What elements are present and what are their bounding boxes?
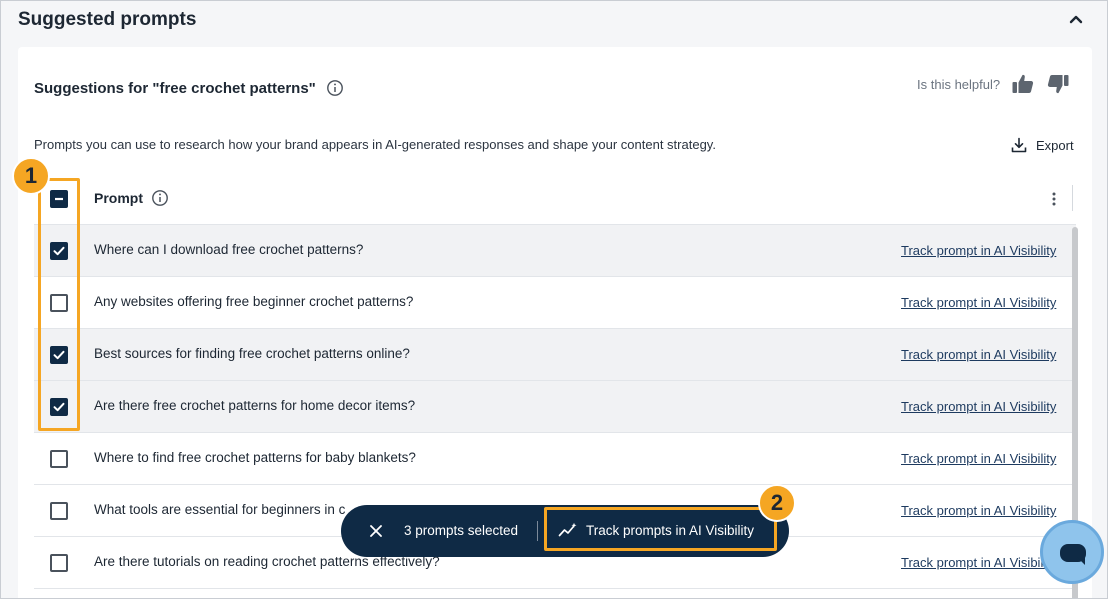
step-badge-2: 2 <box>758 484 796 522</box>
card-title-row: Suggestions for "free crochet patterns" <box>34 77 344 99</box>
row-checkbox[interactable] <box>50 450 68 468</box>
chevron-up-icon[interactable] <box>1065 9 1087 31</box>
info-icon[interactable] <box>326 79 344 97</box>
export-button[interactable]: Export <box>1011 137 1074 153</box>
track-prompts-button[interactable]: Track prompts in AI Visibility <box>544 507 777 551</box>
close-icon[interactable] <box>367 522 385 540</box>
info-icon[interactable] <box>151 189 169 207</box>
prompt-text: What tools are essential for beginners i… <box>94 502 346 517</box>
page-frame: Suggested prompts Suggestions for "free … <box>0 0 1108 599</box>
track-prompt-link[interactable]: Track prompt in AI Visibility <box>901 243 1056 258</box>
column-divider <box>1072 185 1073 211</box>
step-badge-1: 1 <box>12 157 50 195</box>
checkbox-column-highlight <box>38 178 80 431</box>
track-prompt-link[interactable]: Track prompt in AI Visibility <box>901 347 1056 362</box>
track-prompt-link[interactable]: Track prompt in AI Visibility <box>901 399 1056 414</box>
helpful-feedback: Is this helpful? <box>917 71 1070 97</box>
action-bar-divider <box>537 521 538 541</box>
track-prompt-link[interactable]: Track prompt in AI Visibili <box>901 555 1046 570</box>
table-row[interactable]: Where can I download free crochet patter… <box>34 225 1076 277</box>
sparkline-icon <box>558 522 577 537</box>
chat-launcher-button[interactable] <box>1040 520 1104 584</box>
more-options-icon[interactable] <box>1044 187 1064 211</box>
export-label: Export <box>1036 137 1074 153</box>
selection-action-bar: 3 prompts selected Track prompts in AI V… <box>341 505 789 557</box>
card-description: Prompts you can use to research how your… <box>34 137 716 152</box>
thumbs-down-icon[interactable] <box>1046 72 1070 96</box>
row-checkbox[interactable] <box>50 502 68 520</box>
section-title: Suggested prompts <box>18 9 197 30</box>
track-prompt-link[interactable]: Track prompt in AI Visibility <box>901 503 1056 518</box>
section-header[interactable]: Suggested prompts <box>1 1 1107 41</box>
helpful-label: Is this helpful? <box>917 76 1001 92</box>
prompt-text: Are there free crochet patterns for home… <box>94 398 416 413</box>
prompt-text: Any websites offering free beginner croc… <box>94 294 414 309</box>
table-row[interactable]: Where to find free crochet patterns for … <box>34 433 1076 485</box>
table-header: Prompt <box>34 173 1076 225</box>
row-checkbox[interactable] <box>50 554 68 572</box>
thumbs-up-icon[interactable] <box>1011 72 1035 96</box>
table-row[interactable]: Any websites offering free beginner croc… <box>34 277 1076 329</box>
track-prompts-label: Track prompts in AI Visibility <box>586 523 755 538</box>
card-title: Suggestions for "free crochet patterns" <box>34 79 316 97</box>
prompt-text: Best sources for finding free crochet pa… <box>94 346 410 361</box>
table-row[interactable]: Are there free crochet patterns for home… <box>34 381 1076 433</box>
prompt-text: Where to find free crochet patterns for … <box>94 450 416 465</box>
prompt-text: Where can I download free crochet patter… <box>94 242 364 257</box>
track-prompt-link[interactable]: Track prompt in AI Visibility <box>901 451 1056 466</box>
prompt-column-label: Prompt <box>94 190 143 206</box>
table-row[interactable]: Best sources for finding free crochet pa… <box>34 329 1076 381</box>
download-icon <box>1011 137 1027 153</box>
prompt-column-header: Prompt <box>94 189 169 207</box>
selection-count: 3 prompts selected <box>404 523 519 538</box>
track-prompt-link[interactable]: Track prompt in AI Visibility <box>901 295 1056 310</box>
